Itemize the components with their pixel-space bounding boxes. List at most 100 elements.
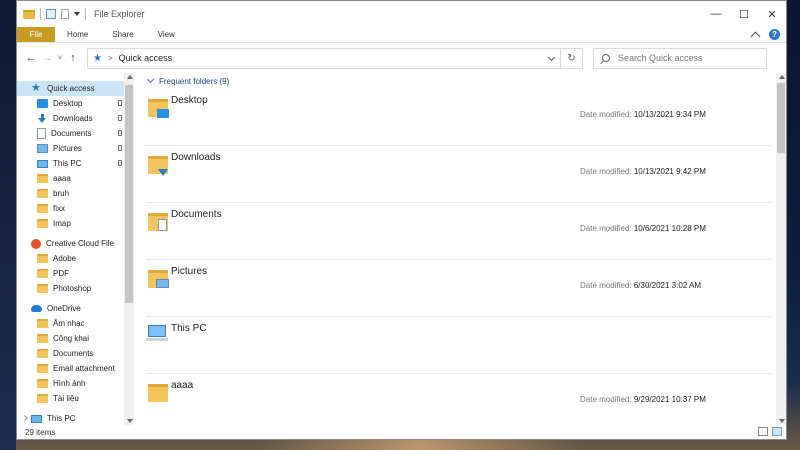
list-item[interactable]: This PC bbox=[146, 317, 772, 374]
pin-icon bbox=[118, 100, 122, 106]
back-button[interactable]: ← bbox=[23, 50, 39, 66]
sidebar-item-onedrive[interactable]: OneDrive bbox=[17, 301, 124, 316]
scrollbar-thumb[interactable] bbox=[777, 83, 785, 153]
list-item[interactable]: Downloads Date modified: 10/13/2021 9:42… bbox=[146, 146, 772, 203]
scrollbar-thumb[interactable] bbox=[125, 85, 133, 303]
sidebar-item-imap[interactable]: Imap bbox=[17, 216, 124, 231]
folder-icon bbox=[37, 284, 48, 293]
sidebar-item-pdf[interactable]: PDF bbox=[17, 266, 124, 281]
list-item[interactable]: Pictures Date modified: 6/30/2021 3:02 A… bbox=[146, 260, 772, 317]
sidebar-item-label: Hình ảnh bbox=[53, 379, 86, 388]
address-dropdown-icon[interactable] bbox=[547, 53, 556, 61]
sidebar-item-aaaa[interactable]: aaaa bbox=[17, 171, 124, 186]
title-bar: File Explorer — ☐ ✕ bbox=[17, 1, 786, 27]
sidebar-item-label: Desktop bbox=[53, 99, 83, 108]
pin-icon bbox=[118, 145, 122, 151]
sidebar-item-creative-cloud[interactable]: Creative Cloud File bbox=[17, 236, 124, 251]
date-modified: Date modified: 10/13/2021 9:34 PM bbox=[580, 110, 706, 119]
search-icon bbox=[602, 54, 610, 62]
address-row: ← → ˅ ↑ ★ > Quick access ↻ Search Quick … bbox=[17, 43, 786, 73]
folder-icon bbox=[23, 9, 35, 19]
collapse-chevron-icon[interactable] bbox=[146, 75, 155, 84]
list-item[interactable]: Desktop Date modified: 10/13/2021 9:34 P… bbox=[146, 89, 772, 146]
file-list-scrollbar[interactable] bbox=[776, 73, 786, 425]
this-pc-icon bbox=[148, 325, 166, 337]
sidebar-item-desktop[interactable]: Desktop bbox=[17, 96, 124, 111]
status-bar: 29 items bbox=[17, 425, 786, 439]
sidebar-item-this-pc[interactable]: This PC bbox=[17, 411, 124, 425]
date-modified: Date modified: 9/29/2021 10:37 PM bbox=[580, 395, 706, 404]
tiles-view-icon[interactable] bbox=[772, 427, 782, 436]
folder-icon bbox=[37, 219, 48, 228]
breadcrumb-quick-access[interactable]: Quick access bbox=[119, 53, 173, 63]
list-item[interactable]: Documents Date modified: 10/6/2021 10:28… bbox=[146, 203, 772, 260]
item-count: 29 items bbox=[25, 427, 56, 437]
sidebar-item-bruh[interactable]: bruh bbox=[17, 186, 124, 201]
recent-locations-button[interactable]: ˅ bbox=[55, 55, 65, 62]
date-modified: Date modified: 10/6/2021 10:28 PM bbox=[580, 224, 706, 233]
sidebar-item-adobe[interactable]: Adobe bbox=[17, 251, 124, 266]
folder-icon bbox=[37, 379, 48, 388]
scroll-up-arrow-icon[interactable] bbox=[127, 75, 133, 79]
expand-chevron-icon[interactable] bbox=[22, 415, 28, 421]
documents-folder-icon bbox=[148, 213, 168, 231]
tab-file[interactable]: File bbox=[17, 27, 55, 42]
address-bar[interactable]: ★ > Quick access bbox=[87, 47, 561, 69]
help-icon[interactable]: ? bbox=[769, 28, 780, 40]
new-folder-icon[interactable] bbox=[61, 9, 69, 19]
forward-button[interactable]: → bbox=[39, 50, 55, 66]
folder-icon bbox=[37, 174, 48, 183]
refresh-button[interactable]: ↻ bbox=[561, 47, 583, 69]
sidebar-item-email-attachments[interactable]: Email attachment bbox=[17, 361, 124, 376]
pictures-icon bbox=[37, 144, 48, 153]
details-view-icon[interactable] bbox=[758, 427, 768, 436]
sidebar-item-label: Imap bbox=[53, 219, 71, 228]
folder-name: Desktop bbox=[171, 95, 208, 106]
scroll-down-arrow-icon[interactable] bbox=[127, 419, 133, 423]
close-button[interactable]: ✕ bbox=[758, 1, 786, 27]
documents-icon bbox=[37, 128, 46, 139]
toolbar-separator bbox=[85, 8, 86, 20]
maximize-button[interactable]: ☐ bbox=[730, 1, 758, 27]
sidebar-item-fixx[interactable]: fixx bbox=[17, 201, 124, 216]
sidebar-item-pictures[interactable]: Pictures bbox=[17, 141, 124, 156]
sidebar-item-hinh-anh[interactable]: Hình ảnh bbox=[17, 376, 124, 391]
search-input[interactable]: Search Quick access bbox=[593, 47, 767, 69]
tab-view[interactable]: View bbox=[146, 27, 187, 42]
folder-icon bbox=[37, 189, 48, 198]
desktop-folder-icon bbox=[148, 99, 169, 118]
pin-icon bbox=[118, 160, 122, 166]
sidebar-item-am-nhac[interactable]: Âm nhạc bbox=[17, 316, 124, 331]
tab-share[interactable]: Share bbox=[100, 27, 145, 42]
breadcrumb-separator[interactable]: > bbox=[108, 54, 113, 63]
date-value: 6/30/2021 3:02 AM bbox=[633, 281, 701, 290]
properties-icon[interactable] bbox=[46, 9, 56, 19]
expand-ribbon-icon[interactable] bbox=[750, 31, 761, 42]
navigation-scrollbar[interactable] bbox=[124, 73, 134, 425]
sidebar-item-downloads[interactable]: Downloads bbox=[17, 111, 124, 126]
customize-toolbar-dropdown-icon[interactable] bbox=[74, 12, 80, 16]
this-pc-icon bbox=[37, 159, 48, 168]
minimize-button[interactable]: — bbox=[702, 1, 730, 27]
list-item[interactable]: aaaa Date modified: 9/29/2021 10:37 PM bbox=[146, 374, 772, 431]
frequent-folders-header[interactable]: Frequent folders (9) bbox=[146, 73, 786, 89]
desktop-icon bbox=[37, 99, 48, 108]
sidebar-item-tai-lieu[interactable]: Tài liệu bbox=[17, 391, 124, 406]
date-label: Date modified: bbox=[580, 224, 632, 233]
sidebar-item-this-pc-pinned[interactable]: This PC bbox=[17, 156, 124, 171]
folder-icon bbox=[37, 269, 48, 278]
pin-icon bbox=[118, 130, 122, 136]
scroll-down-arrow-icon[interactable] bbox=[779, 419, 785, 423]
sidebar-item-cong-khai[interactable]: Công khai bbox=[17, 331, 124, 346]
tab-home[interactable]: Home bbox=[55, 27, 100, 42]
sidebar-item-label: aaaa bbox=[53, 174, 71, 183]
folder-name: Downloads bbox=[171, 152, 221, 163]
sidebar-item-quick-access[interactable]: ★ Quick access bbox=[17, 81, 124, 96]
scroll-up-arrow-icon[interactable] bbox=[779, 75, 785, 79]
sidebar-item-onedrive-documents[interactable]: Documents bbox=[17, 346, 124, 361]
sidebar-item-documents[interactable]: Documents bbox=[17, 126, 124, 141]
sidebar-item-photoshop[interactable]: Photoshop bbox=[17, 281, 124, 296]
up-button[interactable]: ↑ bbox=[65, 50, 81, 66]
this-pc-icon-base bbox=[146, 338, 168, 341]
pictures-folder-icon bbox=[148, 270, 169, 288]
